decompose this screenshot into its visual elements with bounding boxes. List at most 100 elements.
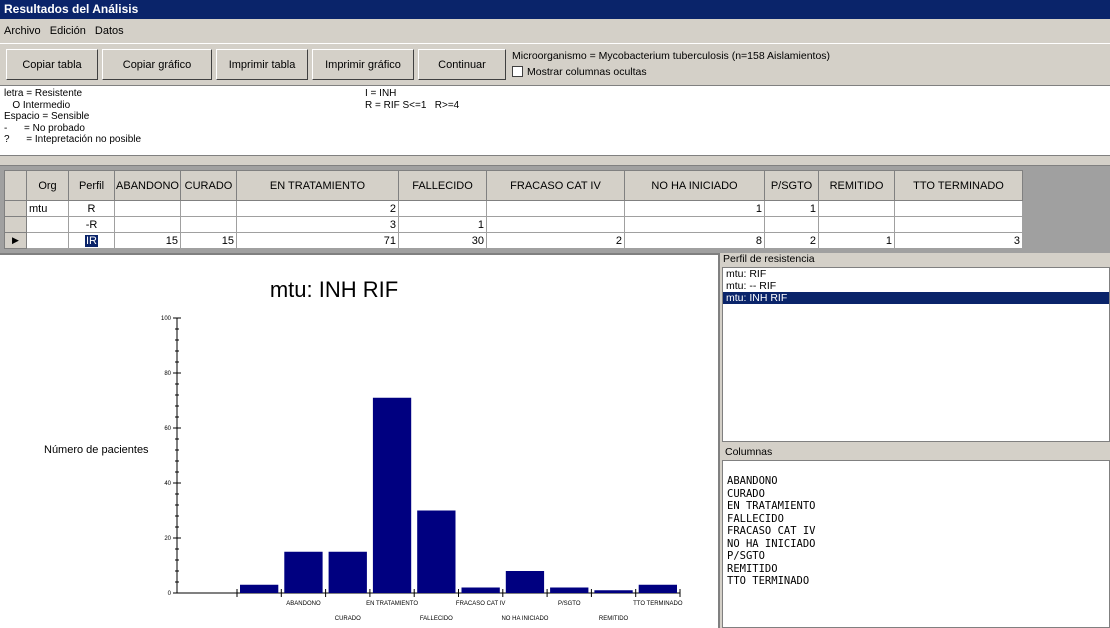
current-row-pointer-icon[interactable]: ▶ (4, 232, 27, 249)
y-tick-label: 100 (161, 316, 172, 322)
menu-bar: Archivo Edición Datos (0, 19, 1110, 43)
grid-header[interactable]: CURADO (180, 170, 237, 201)
table-row[interactable]: -R 3 1 (4, 216, 1023, 233)
grid-header[interactable]: FALLECIDO (398, 170, 487, 201)
grid-header[interactable]: NO HA INICIADO (624, 170, 765, 201)
legend-right: I = INH R = RIF S<=1 R>=4 (365, 88, 459, 111)
list-item[interactable]: mtu: -- RIF (723, 280, 1109, 292)
cell-org[interactable]: mtu (26, 200, 69, 217)
table-row[interactable]: ▶ IR 15 15 71 30 2 8 2 1 3 (4, 232, 1023, 249)
table-cell[interactable] (894, 216, 1023, 233)
list-item[interactable]: NO HA INICIADO (727, 538, 1109, 551)
toolbar: Copiar tabla Copiar gráfico Imprimir tab… (0, 43, 1110, 86)
grid-header[interactable]: TTO TERMINADO (894, 170, 1023, 201)
continue-button[interactable]: Continuar (418, 49, 506, 80)
print-table-button[interactable]: Imprimir tabla (216, 49, 308, 80)
legend-line: O Intermedio (4, 99, 71, 111)
grid-header[interactable]: ABANDONO (114, 170, 181, 201)
list-item[interactable]: ABANDONO (727, 475, 1109, 488)
print-chart-button[interactable]: Imprimir gráfico (312, 49, 414, 80)
results-grid-container: Org Perfil ABANDONO CURADO EN TRATAMIENT… (0, 166, 1110, 253)
table-cell[interactable] (398, 200, 487, 217)
x-tick-label: FRACASO CAT IV (456, 601, 505, 607)
list-item[interactable]: TTO TERMINADO (727, 575, 1109, 588)
table-cell[interactable]: 2 (486, 232, 625, 249)
grid-header[interactable]: P/SGTO (764, 170, 819, 201)
x-tick-label: P/SGTO (558, 601, 581, 607)
table-cell[interactable]: 2 (764, 232, 819, 249)
columnas-title: Columnas (725, 446, 773, 458)
y-tick-label: 80 (164, 371, 171, 377)
list-item[interactable]: FRACASO CAT IV (727, 525, 1109, 538)
y-tick-label: 40 (164, 481, 171, 487)
list-item[interactable]: EN TRATAMIENTO (727, 500, 1109, 513)
table-cell[interactable] (180, 200, 237, 217)
legend-line: letra = Resistente (4, 88, 83, 99)
copy-table-button[interactable]: Copiar tabla (6, 49, 98, 80)
grid-header[interactable]: Perfil (68, 170, 115, 201)
bar-fracaso-cat-iv (461, 587, 500, 593)
menu-datos[interactable]: Datos (95, 25, 124, 37)
list-item-selected[interactable]: mtu: INH RIF (723, 292, 1109, 304)
table-cell[interactable]: 71 (236, 232, 399, 249)
grid-header[interactable]: REMITIDO (818, 170, 895, 201)
cell-org[interactable] (26, 232, 69, 249)
copy-chart-button[interactable]: Copiar gráfico (102, 49, 212, 80)
grid-header[interactable]: Org (26, 170, 69, 201)
splitter[interactable] (0, 156, 1110, 166)
cell-org[interactable] (26, 216, 69, 233)
perfil-title: Perfil de resistencia (723, 253, 815, 265)
table-cell[interactable]: 3 (236, 216, 399, 233)
list-item[interactable]: FALLECIDO (727, 513, 1109, 526)
cell-perfil[interactable]: -R (68, 216, 115, 233)
table-cell[interactable]: 15 (114, 232, 181, 249)
table-cell[interactable] (624, 216, 765, 233)
row-selector[interactable] (4, 200, 27, 217)
y-tick-label: 0 (168, 591, 172, 597)
table-cell[interactable]: 2 (236, 200, 399, 217)
grid-header[interactable]: FRACASO CAT IV (486, 170, 625, 201)
menu-edicion[interactable]: Edición (50, 25, 86, 37)
table-cell[interactable] (486, 216, 625, 233)
table-cell[interactable] (114, 200, 181, 217)
table-cell[interactable] (764, 216, 819, 233)
table-row[interactable]: mtu R 2 1 1 (4, 200, 1023, 217)
x-tick-label: FALLECIDO (420, 616, 453, 622)
table-cell[interactable]: 1 (764, 200, 819, 217)
chart-y-axis-label: Número de pacientes (44, 444, 149, 456)
table-cell[interactable]: 1 (818, 232, 895, 249)
table-cell[interactable]: 1 (624, 200, 765, 217)
grid-header[interactable]: EN TRATAMIENTO (236, 170, 399, 201)
x-tick-label: TTO TERMINADO (633, 601, 683, 607)
selected-perfil: IR (85, 234, 98, 247)
table-cell[interactable]: 8 (624, 232, 765, 249)
show-hidden-columns-label: Mostrar columnas ocultas (527, 66, 647, 78)
table-cell[interactable]: 30 (398, 232, 487, 249)
microorganism-info: Microorganismo = Mycobacterium tuberculo… (512, 50, 831, 62)
legend-line: I = INH (365, 88, 397, 99)
list-item[interactable]: REMITIDO (727, 563, 1109, 576)
checkbox-box[interactable] (512, 66, 523, 77)
row-selector[interactable] (4, 216, 27, 233)
bar-p-sgto (550, 587, 589, 593)
cell-perfil[interactable]: IR (68, 232, 115, 249)
table-cell[interactable]: 1 (398, 216, 487, 233)
table-cell[interactable] (114, 216, 181, 233)
columnas-list[interactable]: ABANDONO CURADO EN TRATAMIENTO FALLECIDO… (722, 460, 1110, 628)
table-cell[interactable]: 15 (180, 232, 237, 249)
table-cell[interactable] (894, 200, 1023, 217)
perfil-list[interactable]: mtu: RIF mtu: -- RIF mtu: INH RIF (722, 267, 1110, 442)
legend-left: letra = Resistente O Intermedio Espacio … (4, 88, 141, 146)
list-item[interactable]: mtu: RIF (723, 268, 1109, 280)
menu-archivo[interactable]: Archivo (4, 25, 41, 37)
show-hidden-columns-checkbox[interactable]: Mostrar columnas ocultas (512, 66, 647, 78)
table-cell[interactable] (818, 200, 895, 217)
cell-perfil[interactable]: R (68, 200, 115, 217)
table-cell[interactable] (486, 200, 625, 217)
table-cell[interactable] (818, 216, 895, 233)
table-cell[interactable]: 3 (894, 232, 1023, 249)
list-item[interactable]: P/SGTO (727, 550, 1109, 563)
table-cell[interactable] (180, 216, 237, 233)
bar-chart: mtu: INH RIF Número de pacientes 0 20 40 60… (44, 277, 683, 622)
list-item[interactable]: CURADO (727, 488, 1109, 501)
